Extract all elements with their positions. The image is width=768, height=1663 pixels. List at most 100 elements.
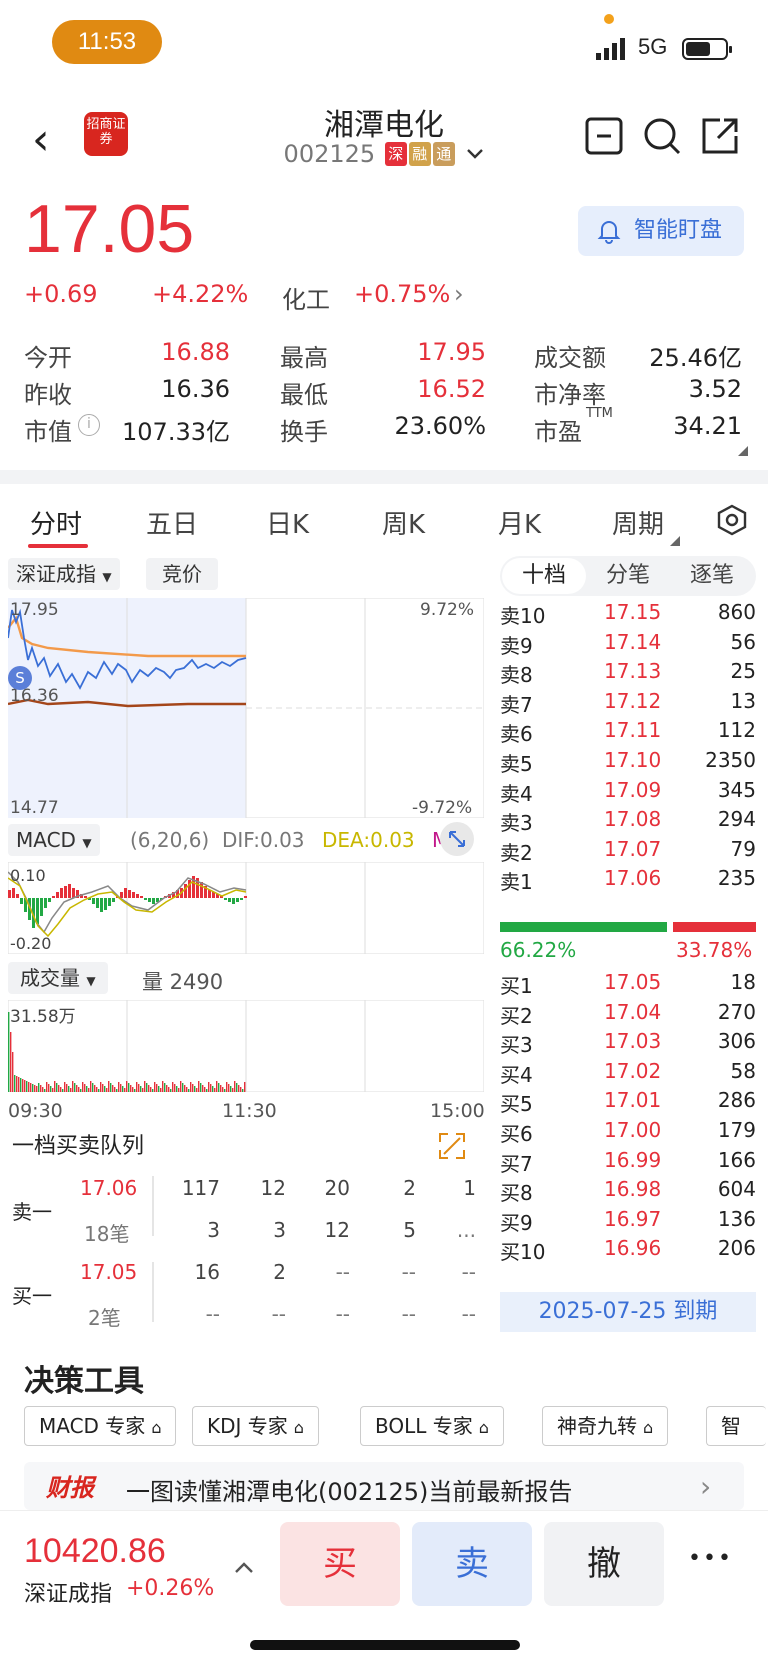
- caret-down-icon: ▼: [102, 570, 112, 584]
- info-icon[interactable]: i: [78, 414, 100, 436]
- volume-bar: [126, 1081, 128, 1092]
- sell-button[interactable]: 卖: [412, 1522, 532, 1606]
- tool-button[interactable]: MACD 专家 ⌂: [24, 1406, 177, 1446]
- index-selector-label: 深证成指: [16, 562, 96, 586]
- macd-selector[interactable]: MACD ▼: [8, 824, 100, 856]
- ask-row[interactable]: 卖4 17.09 345: [500, 778, 756, 809]
- chevron-up-icon[interactable]: [234, 1560, 254, 1574]
- ask-row[interactable]: 卖7 17.12 13: [500, 689, 756, 720]
- auction-button[interactable]: 竞价: [146, 558, 218, 590]
- tab-five-day[interactable]: 五日: [146, 504, 198, 541]
- ask-row[interactable]: 卖10 17.15 860: [500, 600, 756, 631]
- tool-button[interactable]: KDJ 专家 ⌂: [192, 1406, 319, 1446]
- minimize-icon[interactable]: [584, 116, 624, 156]
- bid-row[interactable]: 买5 17.01 286: [500, 1088, 756, 1119]
- search-icon[interactable]: [642, 116, 682, 156]
- share-icon[interactable]: [700, 116, 740, 156]
- macd-chart[interactable]: [8, 862, 484, 954]
- battery-icon: [682, 38, 732, 60]
- bid-row[interactable]: 买2 17.04 270: [500, 1000, 756, 1031]
- bid-row[interactable]: 买9 16.97 136: [500, 1207, 756, 1238]
- tool-button[interactable]: BOLL 专家 ⌂: [360, 1406, 504, 1446]
- volume-bar: [74, 1083, 76, 1092]
- ask-row[interactable]: 卖9 17.14 56: [500, 630, 756, 661]
- macd-bar: [244, 896, 247, 898]
- queue-sell-price: 17.06: [80, 1176, 138, 1200]
- expand-corner-icon[interactable]: [738, 446, 748, 456]
- ask-row[interactable]: 卖1 17.06 235: [500, 866, 756, 897]
- bid-row[interactable]: 买1 17.05 18: [500, 970, 756, 1001]
- bid-row[interactable]: 买6 17.00 179: [500, 1118, 756, 1149]
- tool-button[interactable]: 神奇九转 ⌂: [542, 1406, 669, 1446]
- level-volume: 2350: [705, 748, 756, 772]
- report-banner[interactable]: 财报 一图读懂湘潭电化(002125)当前最新报告 ›: [24, 1462, 744, 1510]
- bid-row[interactable]: 买3 17.03 306: [500, 1029, 756, 1060]
- expand-arrows-icon[interactable]: [440, 822, 474, 856]
- queue-cell: 1: [463, 1176, 476, 1200]
- bid-row[interactable]: 买7 16.99 166: [500, 1148, 756, 1179]
- volume-bar: [50, 1086, 52, 1092]
- cancel-button[interactable]: 撤: [544, 1522, 664, 1606]
- smart-watch-button[interactable]: 智能盯盘: [578, 206, 744, 256]
- ask-row[interactable]: 卖5 17.10 2350: [500, 748, 756, 779]
- macd-bar: [72, 888, 75, 898]
- expiry-banner[interactable]: 2025-07-25 到期: [500, 1292, 756, 1332]
- buy-ratio-text: 66.22%: [500, 938, 577, 962]
- volume-bar: [152, 1089, 154, 1092]
- level-price: 16.97: [604, 1206, 662, 1231]
- volume-bar: [214, 1088, 216, 1092]
- macd-bar: [108, 898, 111, 906]
- sell-signal-marker[interactable]: S: [8, 666, 32, 690]
- caret-down-icon: ▼: [82, 836, 92, 850]
- sector-change-pct[interactable]: +0.75%: [354, 280, 450, 308]
- intraday-price-chart[interactable]: [8, 598, 484, 818]
- buy-ratio-fill: [500, 922, 667, 932]
- more-icon[interactable]: •••: [688, 1546, 733, 1571]
- tab-monthly-k[interactable]: 月K: [498, 504, 541, 541]
- volume-bar: [86, 1086, 88, 1092]
- queue-cell: ...: [456, 1218, 476, 1242]
- ask-row[interactable]: 卖3 17.08 294: [500, 807, 756, 838]
- fullscreen-icon[interactable]: [438, 1132, 466, 1160]
- bid-row[interactable]: 买4 17.02 58: [500, 1059, 756, 1090]
- bid-row[interactable]: 买8 16.98 604: [500, 1177, 756, 1208]
- tab-daily-k[interactable]: 日K: [266, 504, 309, 541]
- volume-bar: [34, 1085, 36, 1092]
- volume-bar: [36, 1086, 38, 1092]
- index-name[interactable]: 深证成指: [24, 1576, 112, 1608]
- volume-bar: [54, 1081, 56, 1092]
- bid-row[interactable]: 买10 16.96 206: [500, 1236, 756, 1267]
- chevron-right-icon[interactable]: ›: [454, 280, 464, 308]
- volume-selector[interactable]: 成交量 ▼: [8, 962, 108, 994]
- ask-row[interactable]: 卖8 17.13 25: [500, 659, 756, 690]
- tab-trades[interactable]: 逐笔: [670, 556, 754, 596]
- sector-name[interactable]: 化工: [282, 280, 330, 315]
- index-value[interactable]: 10420.86: [24, 1532, 166, 1571]
- queue-sell-count: 18笔: [84, 1222, 130, 1246]
- volume-label: 成交量: [20, 966, 80, 990]
- active-tab-indicator: [28, 544, 88, 548]
- level-label: 买1: [500, 974, 533, 998]
- ask-row[interactable]: 卖6 17.11 112: [500, 718, 756, 749]
- buy-button[interactable]: 买: [280, 1522, 400, 1606]
- tab-weekly-k[interactable]: 周K: [382, 504, 425, 541]
- tool-button-label: KDJ 专家: [207, 1414, 288, 1438]
- macd-bar: [60, 888, 63, 898]
- settings-hex-icon[interactable]: [716, 504, 748, 536]
- tool-button[interactable]: 智: [706, 1406, 766, 1446]
- level-label: 卖7: [500, 692, 533, 717]
- tab-intraday[interactable]: 分时: [30, 504, 82, 541]
- volume-chart[interactable]: [8, 1000, 484, 1092]
- volume-bar: [144, 1081, 146, 1092]
- queue-cell: 12: [260, 1176, 286, 1200]
- macd-bar: [208, 890, 211, 898]
- index-selector[interactable]: 深证成指 ▼: [8, 558, 120, 590]
- volume-bar: [226, 1082, 228, 1092]
- tab-ticks[interactable]: 分笔: [586, 556, 670, 596]
- index-pct[interactable]: +0.26%: [126, 1576, 214, 1601]
- tab-ten-levels[interactable]: 十档: [502, 558, 586, 594]
- tab-period[interactable]: 周期: [612, 504, 664, 541]
- volume-bar: [162, 1081, 164, 1092]
- level-label: 卖6: [500, 722, 533, 747]
- ask-row[interactable]: 卖2 17.07 79: [500, 837, 756, 868]
